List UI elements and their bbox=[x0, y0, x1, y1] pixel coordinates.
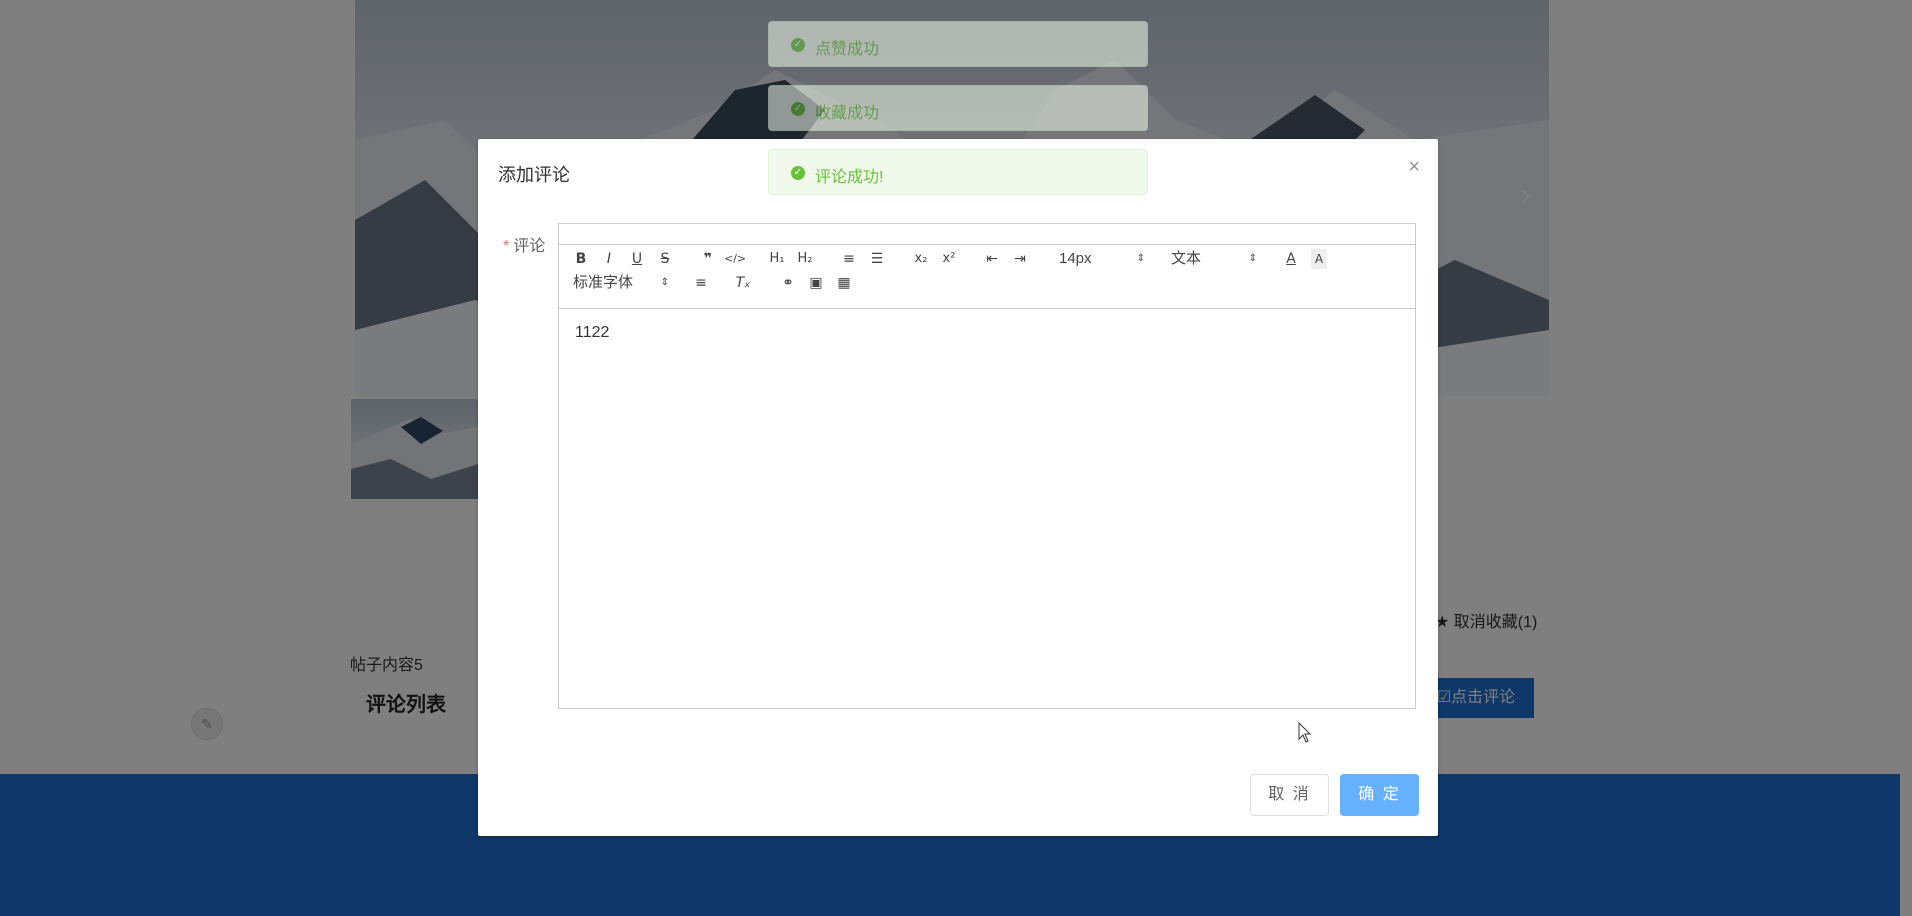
header-select[interactable]: 文本 ⇕ bbox=[1171, 249, 1257, 269]
font-family-value: 标准字体 bbox=[573, 274, 634, 291]
font-size-value: 14px bbox=[1059, 250, 1092, 267]
image-icon[interactable]: ▣ bbox=[808, 273, 824, 293]
header-value: 文本 bbox=[1171, 250, 1202, 267]
rich-text-editor: B I U S ❞ </> H₁ H₂ ≡ ☰ x₂ x² ⇤ ⇥ 14px ⇕ … bbox=[558, 223, 1416, 709]
toast-comment-success: ✓ 评论成功! bbox=[768, 149, 1148, 195]
comment-field-label: * 评论 bbox=[503, 232, 545, 256]
confirm-button[interactable]: 确 定 bbox=[1340, 774, 1419, 816]
comment-field-label-text: 评论 bbox=[513, 238, 546, 255]
toast-message: 收藏成功 bbox=[815, 105, 880, 122]
editor-content-text: 1122 bbox=[575, 324, 610, 341]
ordered-list-icon[interactable]: ≡ bbox=[841, 249, 857, 269]
font-family-select[interactable]: 标准字体 ⇕ bbox=[573, 273, 669, 293]
editor-toolbar: B I U S ❞ </> H₁ H₂ ≡ ☰ x₂ x² ⇤ ⇥ 14px ⇕ … bbox=[559, 244, 1415, 309]
select-arrows-icon: ⇕ bbox=[660, 277, 669, 288]
editor-content-area[interactable]: 1122 bbox=[575, 324, 609, 342]
italic-icon[interactable]: I bbox=[601, 249, 617, 269]
editor-top-border bbox=[559, 224, 1415, 245]
toast-message: 评论成功! bbox=[815, 169, 884, 186]
indent-icon[interactable]: ⇥ bbox=[1012, 249, 1028, 269]
h1-icon[interactable]: H₁ bbox=[769, 249, 785, 269]
select-arrows-icon: ⇕ bbox=[1136, 253, 1145, 264]
toast-like-success: ✓ 点赞成功 bbox=[768, 21, 1148, 67]
close-icon[interactable]: × bbox=[1408, 157, 1420, 177]
success-check-icon: ✓ bbox=[791, 166, 805, 180]
success-check-icon: ✓ bbox=[791, 38, 805, 52]
underline-icon[interactable]: U bbox=[629, 249, 645, 269]
code-block-icon[interactable]: </> bbox=[724, 249, 746, 269]
bullet-list-icon[interactable]: ☰ bbox=[869, 249, 885, 269]
toast-favorite-success: ✓ 收藏成功 bbox=[768, 85, 1148, 131]
video-icon[interactable]: ▦ bbox=[836, 273, 852, 293]
bold-icon[interactable]: B bbox=[573, 249, 589, 269]
text-color-icon[interactable]: A bbox=[1283, 249, 1299, 269]
toast-message: 点赞成功 bbox=[815, 41, 880, 58]
subscript-icon[interactable]: x₂ bbox=[913, 249, 929, 269]
required-mark: * bbox=[503, 238, 510, 255]
select-arrows-icon: ⇕ bbox=[1248, 253, 1257, 264]
clear-format-icon[interactable]: Tₓ bbox=[735, 273, 751, 293]
outdent-icon[interactable]: ⇤ bbox=[984, 249, 1000, 269]
success-check-icon: ✓ bbox=[791, 102, 805, 116]
link-icon[interactable]: ⚭ bbox=[780, 273, 796, 293]
superscript-icon[interactable]: x² bbox=[941, 249, 957, 269]
dialog-title: 添加评论 bbox=[498, 165, 570, 185]
mouse-cursor-icon bbox=[1298, 722, 1312, 743]
add-comment-dialog: 添加评论 × * 评论 B I U S ❞ </> H₁ H₂ ≡ ☰ x₂ x²… bbox=[478, 139, 1438, 836]
strikethrough-icon[interactable]: S bbox=[657, 249, 673, 269]
h2-icon[interactable]: H₂ bbox=[797, 249, 813, 269]
cancel-button[interactable]: 取 消 bbox=[1250, 774, 1329, 816]
blockquote-icon[interactable]: ❞ bbox=[700, 249, 716, 269]
align-icon[interactable]: ≡ bbox=[693, 273, 709, 293]
background-color-icon[interactable]: A bbox=[1311, 249, 1327, 269]
font-size-select[interactable]: 14px ⇕ bbox=[1059, 249, 1145, 269]
